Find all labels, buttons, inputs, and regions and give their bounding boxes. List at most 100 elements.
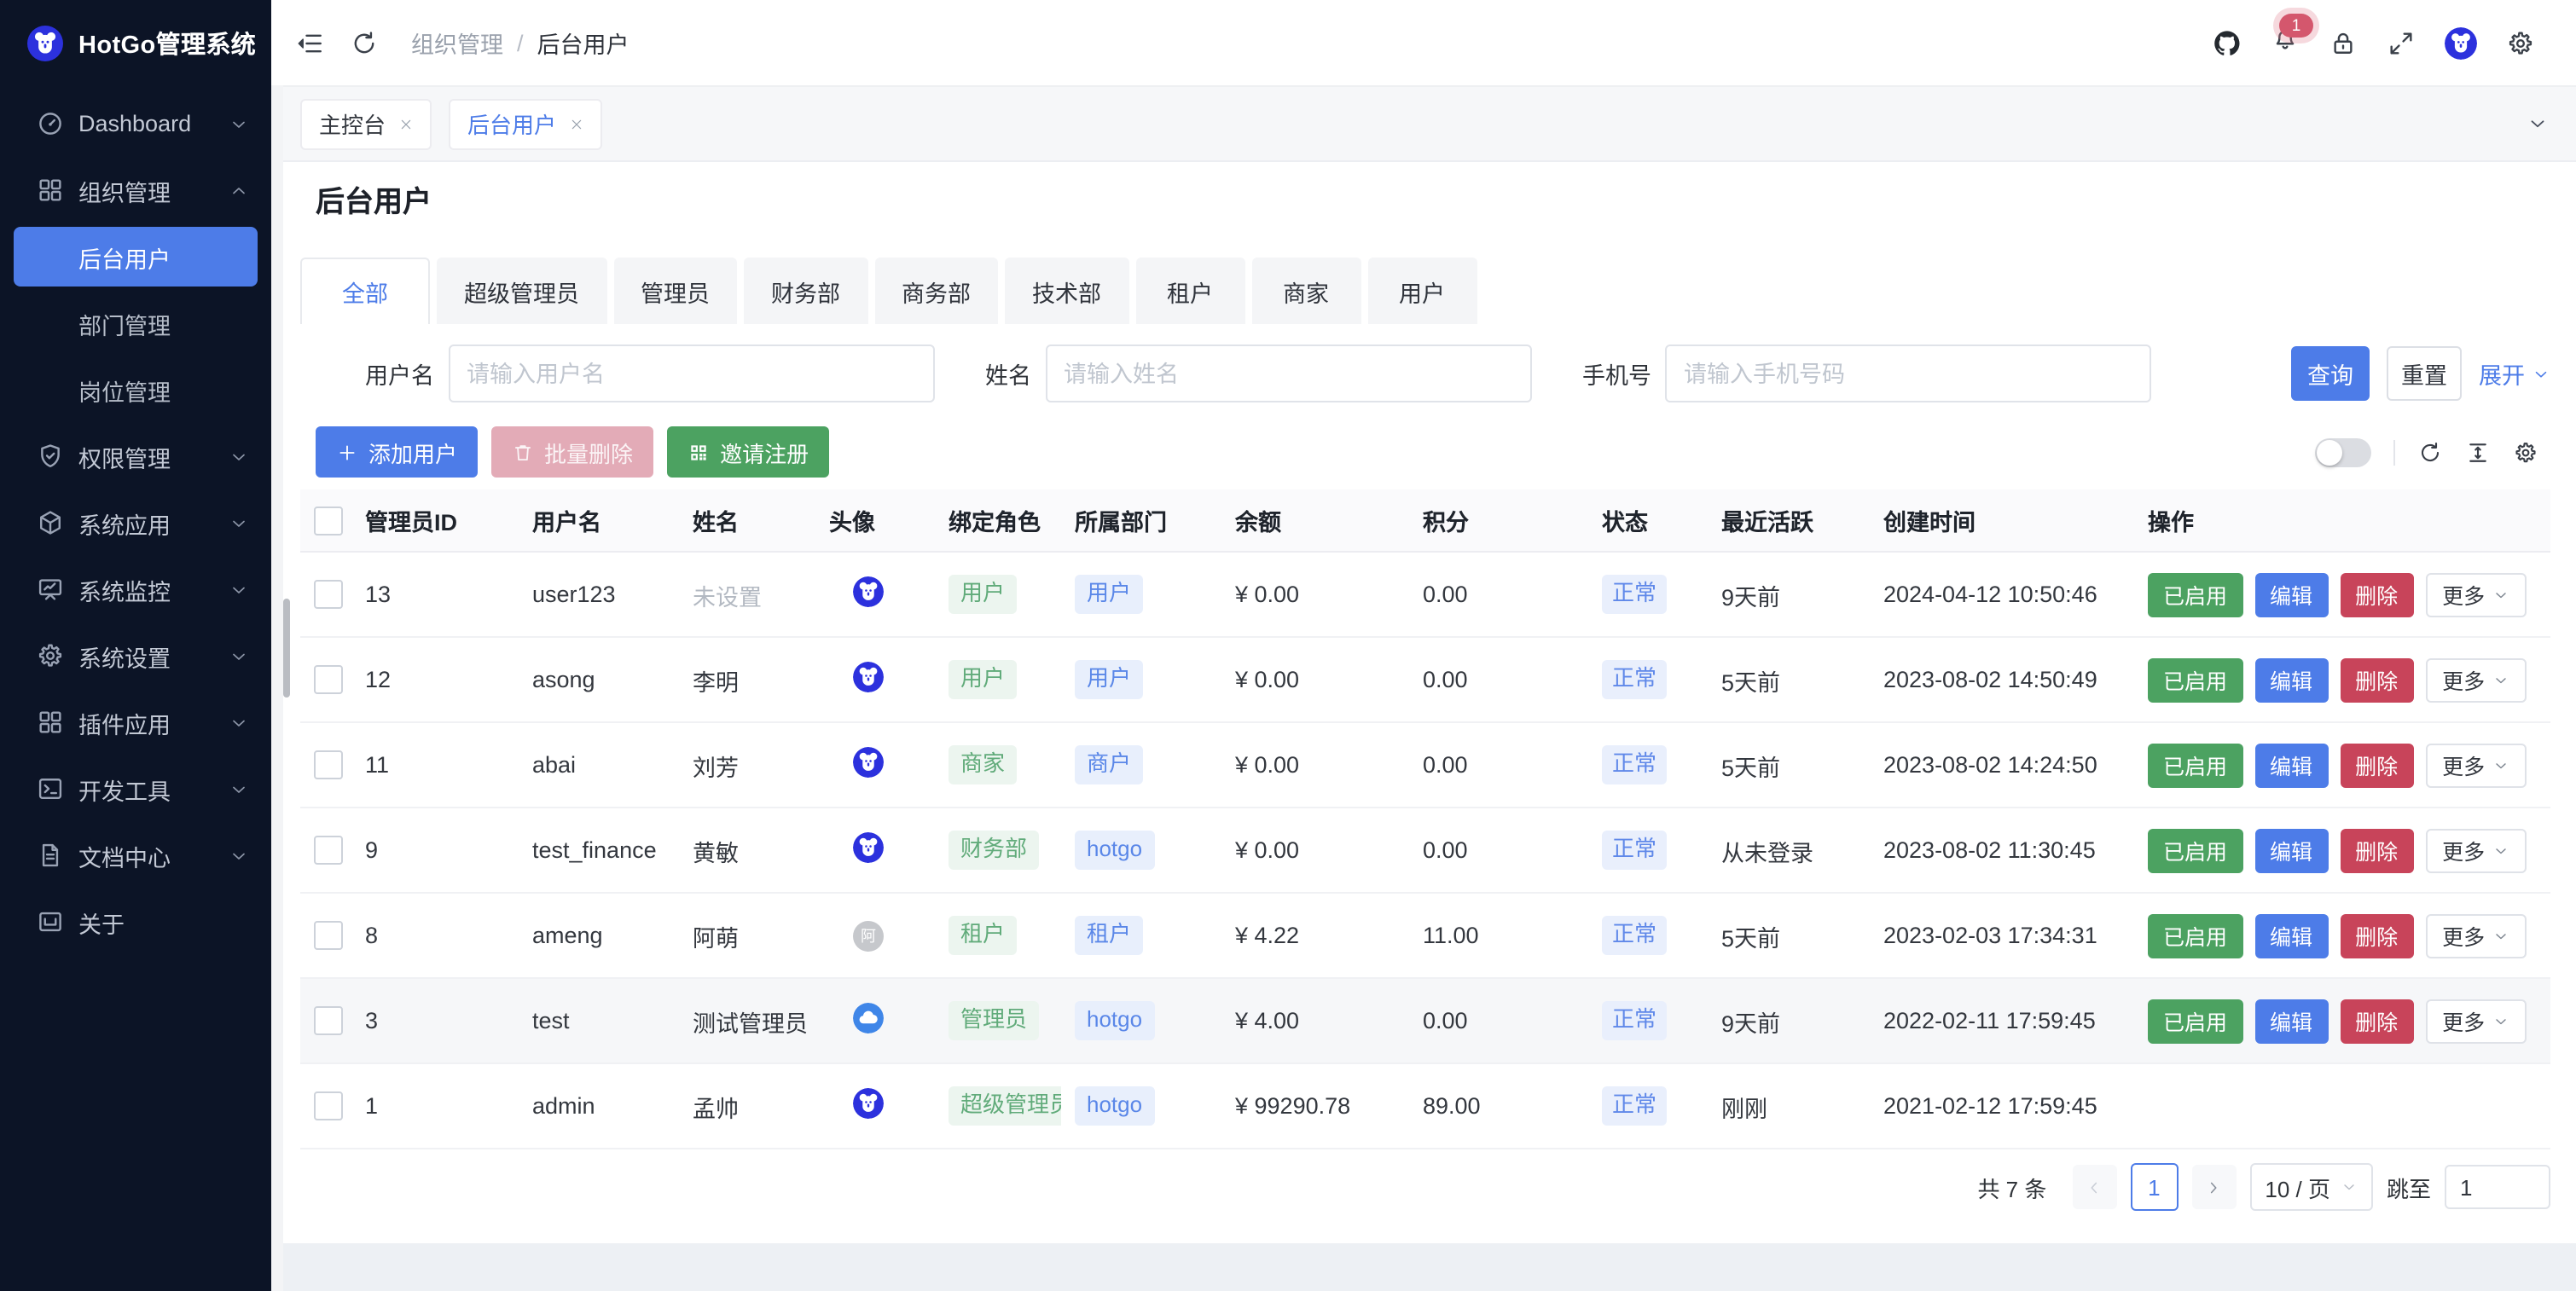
delete-button[interactable]: 删除 [2340,572,2413,617]
enabled-button[interactable]: 已启用 [2148,828,2242,872]
edit-button[interactable]: 编辑 [2254,913,2328,958]
github-icon[interactable] [2213,28,2242,57]
role-tab[interactable]: 财务部 [744,258,867,324]
role-tab[interactable]: 管理员 [613,258,737,324]
role-tab[interactable]: 商务部 [874,258,998,324]
user-avatar-icon[interactable] [2445,26,2477,59]
sidebar-item-权限管理[interactable]: 权限管理 [0,423,271,489]
delete-button[interactable]: 删除 [2340,657,2413,702]
row-checkbox[interactable] [314,665,343,694]
sidebar-subitem-部门管理[interactable]: 部门管理 [0,290,271,356]
column-header[interactable]: 用户名 [519,503,679,537]
row-checkbox[interactable] [314,580,343,609]
column-header[interactable]: 管理员ID [351,503,519,537]
select-all-checkbox[interactable] [314,506,343,535]
edit-button[interactable]: 编辑 [2254,828,2328,872]
edit-button[interactable]: 编辑 [2254,572,2328,617]
lock-icon[interactable] [2329,28,2358,57]
more-button[interactable]: 更多 [2425,657,2526,702]
delete-button[interactable]: 删除 [2340,999,2413,1043]
table-gear-icon[interactable] [2513,439,2538,465]
delete-button[interactable]: 删除 [2340,743,2413,787]
column-header[interactable]: 余额 [1221,503,1409,537]
reset-button[interactable]: 重置 [2387,346,2462,401]
enabled-button[interactable]: 已启用 [2148,999,2242,1043]
breadcrumb-item-current[interactable]: 后台用户 [537,26,629,60]
row-checkbox[interactable] [314,1006,343,1035]
role-tab[interactable]: 租户 [1135,258,1244,324]
close-icon[interactable] [570,117,583,130]
sidebar-subitem-岗位管理[interactable]: 岗位管理 [0,356,271,423]
role-tab[interactable]: 超级管理员 [437,258,606,324]
column-header[interactable]: 头像 [815,503,935,537]
page-size-select[interactable]: 10 / 页 [2249,1163,2373,1211]
scrollbar-thumb[interactable] [283,599,290,698]
nav-tab[interactable]: 主控台 [300,98,432,149]
column-header[interactable]: 姓名 [679,503,815,537]
row-checkbox[interactable] [314,921,343,950]
role-tab[interactable]: 全部 [300,258,430,324]
sidebar-item-文档中心[interactable]: 文档中心 [0,822,271,889]
filter-input[interactable] [1665,344,2151,402]
row-checkbox[interactable] [314,750,343,779]
delete-button[interactable]: 删除 [2340,913,2413,958]
jump-page-input[interactable] [2445,1165,2550,1209]
edit-button[interactable]: 编辑 [2254,657,2328,702]
more-button[interactable]: 更多 [2425,828,2526,872]
column-header[interactable]: 创建时间 [1870,503,2134,537]
striped-toggle[interactable] [2315,437,2371,466]
column-header[interactable]: 所属部门 [1061,503,1221,537]
row-checkbox[interactable] [314,1091,343,1120]
close-icon[interactable] [399,117,413,130]
next-page-button[interactable] [2191,1165,2236,1209]
add-user-button[interactable]: 添加用户 [316,426,478,478]
sidebar-item-组织管理[interactable]: 组织管理 [0,157,271,223]
column-header[interactable]: 积分 [1409,503,1588,537]
enabled-button[interactable]: 已启用 [2148,743,2242,787]
delete-button[interactable]: 删除 [2340,828,2413,872]
collapse-menu-icon[interactable] [295,28,324,57]
filter-input[interactable] [1045,344,1531,402]
fullscreen-icon[interactable] [2387,28,2416,57]
role-tab[interactable]: 技术部 [1005,258,1128,324]
prev-page-button[interactable] [2072,1165,2116,1209]
sidebar-subitem-后台用户[interactable]: 后台用户 [14,227,258,287]
row-checkbox[interactable] [314,836,343,865]
enabled-button[interactable]: 已启用 [2148,572,2242,617]
more-button[interactable]: 更多 [2425,572,2526,617]
column-header[interactable]: 绑定角色 [935,503,1061,537]
reload-table-icon[interactable] [2417,439,2443,465]
enabled-button[interactable]: 已启用 [2148,657,2242,702]
notifications[interactable]: 1 [2271,24,2300,61]
edit-button[interactable]: 编辑 [2254,999,2328,1043]
sidebar-item-关于[interactable]: 关于 [0,889,271,955]
expand-toggle[interactable]: 展开 [2479,356,2550,391]
sidebar-item-开发工具[interactable]: 开发工具 [0,755,271,822]
sidebar-item-系统监控[interactable]: 系统监控 [0,556,271,622]
edit-button[interactable]: 编辑 [2254,743,2328,787]
more-button[interactable]: 更多 [2425,999,2526,1043]
column-header[interactable]: 状态 [1588,503,1708,537]
filter-input[interactable] [448,344,934,402]
breadcrumb-item[interactable]: 组织管理 [411,26,503,60]
enabled-button[interactable]: 已启用 [2148,913,2242,958]
app-logo[interactable]: HotGo管理系统 [0,0,271,85]
more-button[interactable]: 更多 [2425,743,2526,787]
more-button[interactable]: 更多 [2425,913,2526,958]
tabbar-chevron-down-icon[interactable] [2527,113,2549,135]
nav-tab[interactable]: 后台用户 [449,98,602,149]
gear-icon[interactable] [2506,28,2535,57]
sidebar-item-系统设置[interactable]: 系统设置 [0,622,271,689]
line-height-icon[interactable] [2465,439,2491,465]
role-tab[interactable]: 用户 [1367,258,1477,324]
role-tab[interactable]: 商家 [1251,258,1361,324]
sidebar-item-插件应用[interactable]: 插件应用 [0,689,271,755]
search-button[interactable]: 查询 [2291,346,2370,401]
column-header[interactable]: 操作 [2134,503,2550,537]
refresh-icon[interactable] [350,28,379,57]
page-number-button[interactable]: 1 [2130,1163,2178,1211]
sidebar-item-系统应用[interactable]: 系统应用 [0,489,271,556]
column-header[interactable]: 最近活跃 [1708,503,1870,537]
batch-delete-button[interactable]: 批量删除 [491,426,653,478]
sidebar-item-Dashboard[interactable]: Dashboard [0,90,271,157]
